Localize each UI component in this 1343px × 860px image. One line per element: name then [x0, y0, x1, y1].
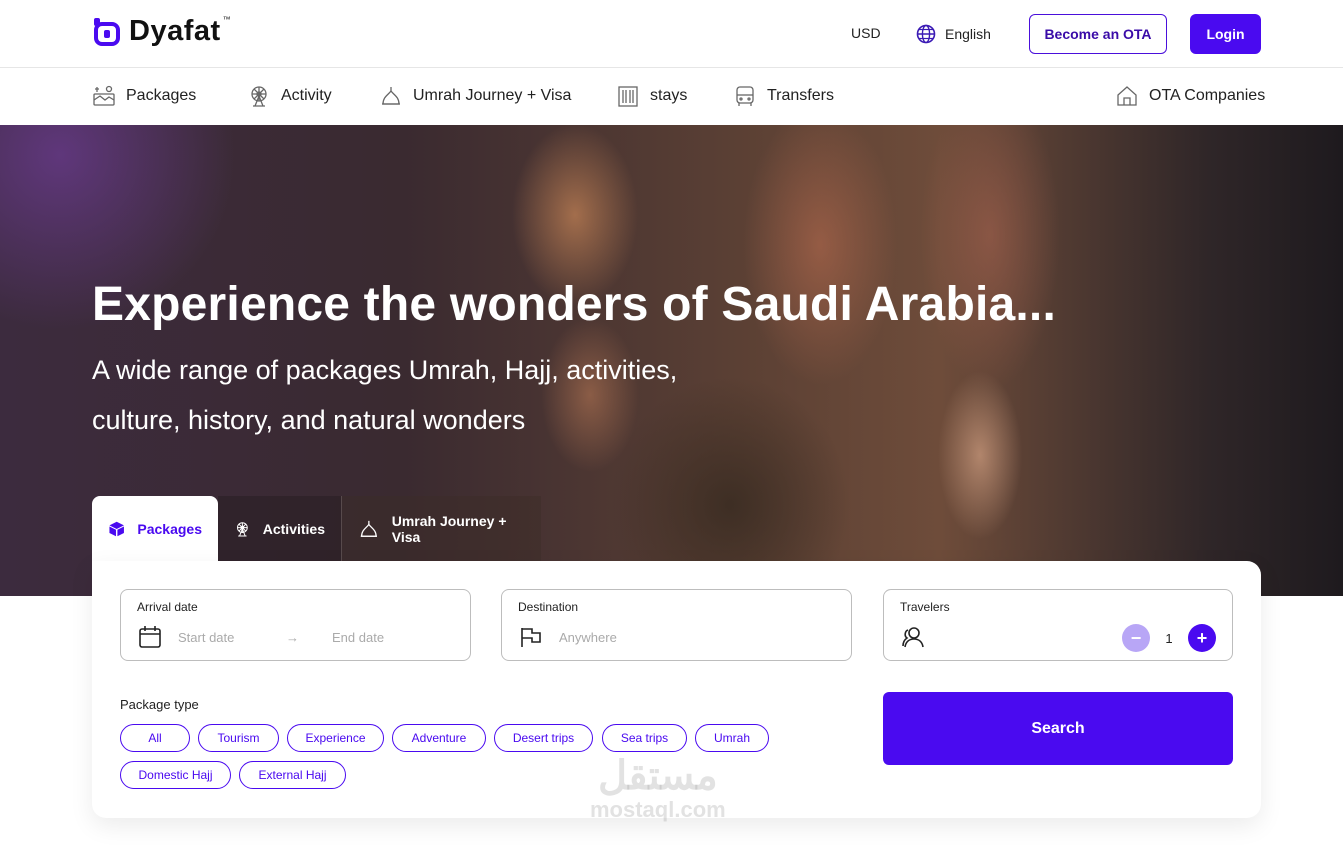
nav-item-umrah[interactable]: Umrah Journey + Visa [379, 84, 571, 108]
destination-input[interactable]: Anywhere [559, 630, 617, 645]
brand-trademark: ™ [222, 15, 231, 24]
tab-umrah[interactable]: Umrah Journey + Visa [341, 496, 541, 562]
nav-label: OTA Companies [1149, 87, 1266, 104]
box-icon [109, 521, 124, 537]
arrival-date-field[interactable]: Arrival date Start date → End date [120, 589, 471, 661]
decrease-travelers-button[interactable]: − [1122, 624, 1150, 652]
travelers-count: 1 [1165, 630, 1173, 646]
top-header: Dyafat ™ USD English Become an OTA Login [0, 0, 1343, 68]
tab-packages[interactable]: Packages [92, 496, 218, 562]
end-date-input[interactable]: End date [332, 630, 384, 645]
package-type-label: Package type [120, 697, 199, 712]
nav-item-packages[interactable]: Packages [92, 84, 196, 108]
ferris-wheel-icon [251, 86, 267, 107]
mosque-dome-icon [360, 520, 378, 537]
flag-icon [521, 628, 541, 647]
chip-all[interactable]: All [120, 724, 190, 752]
language-label: English [945, 26, 991, 42]
chip-sea-trips[interactable]: Sea trips [602, 724, 687, 752]
travelers-label: Travelers [900, 600, 950, 614]
tab-activities[interactable]: Activities [218, 496, 341, 562]
currency-selector[interactable]: USD [851, 25, 881, 41]
building-icon [618, 86, 638, 107]
tab-label: Umrah Journey + Visa [391, 513, 507, 545]
calendar-icon [139, 626, 161, 648]
packages-icon [93, 85, 115, 106]
nav-label: Packages [126, 87, 197, 104]
hero-subtitle-line1: A wide range of packages Umrah, Hajj, ac… [92, 355, 678, 385]
nav-item-stays[interactable]: stays [616, 84, 687, 108]
travelers-stepper: − 1 + [1122, 624, 1216, 652]
search-tabs: Packages Activities Umrah Journey + Visa [92, 496, 541, 562]
date-arrow: → [286, 629, 299, 645]
language-selector[interactable]: English [916, 24, 991, 44]
hero-subtitle: A wide range of packages Umrah, Hajj, ac… [92, 345, 792, 445]
login-button[interactable]: Login [1190, 14, 1261, 54]
start-date-input[interactable]: Start date [178, 630, 286, 645]
nav-label: stays [650, 87, 688, 104]
mosque-dome-icon [382, 87, 400, 105]
watermark-latin: mostaql.com [590, 797, 726, 822]
chip-tourism[interactable]: Tourism [198, 724, 279, 752]
destination-field[interactable]: Destination Anywhere [501, 589, 852, 661]
nav-item-activity[interactable]: Activity [247, 84, 332, 108]
destination-label: Destination [518, 600, 579, 614]
nav-label: Umrah Journey + Visa [413, 87, 572, 104]
hero-subtitle-line2: culture, history, and natural wonders [92, 405, 526, 435]
become-ota-button[interactable]: Become an OTA [1029, 14, 1167, 54]
tab-label: Packages [137, 521, 202, 537]
arrival-date-label: Arrival date [137, 600, 198, 614]
nav-label: Activity [281, 87, 332, 104]
chip-experience[interactable]: Experience [287, 724, 384, 752]
travelers-field[interactable]: Travelers − 1 + [883, 589, 1233, 661]
brand-name: Dyafat [129, 15, 221, 47]
nav-item-ota-companies[interactable]: OTA Companies [1115, 84, 1265, 108]
chip-desert-trips[interactable]: Desert trips [494, 724, 593, 752]
bus-icon [736, 86, 754, 106]
chip-external-hajj[interactable]: External Hajj [239, 761, 346, 789]
watermark-arabic: مستقل [597, 754, 718, 798]
brand-logo[interactable]: Dyafat ™ [93, 15, 235, 48]
users-icon [902, 627, 924, 648]
tab-label: Activities [262, 521, 325, 537]
dyafat-logo-icon [94, 17, 120, 46]
increase-travelers-button[interactable]: + [1188, 624, 1216, 652]
chip-adventure[interactable]: Adventure [392, 724, 486, 752]
travelers-row [900, 624, 926, 650]
nav-label: Transfers [767, 87, 834, 104]
watermark: مستقل mostaql.com [590, 755, 726, 823]
nav-item-transfers[interactable]: Transfers [733, 84, 834, 108]
destination-row: Anywhere [518, 624, 617, 650]
globe-icon [916, 24, 936, 44]
date-range: Start date → End date [137, 624, 384, 650]
ferris-wheel-icon [237, 522, 248, 537]
chip-domestic-hajj[interactable]: Domestic Hajj [120, 761, 231, 789]
house-icon [1117, 86, 1137, 106]
hero-title: Experience the wonders of Saudi Arabia..… [92, 278, 1057, 331]
search-button[interactable]: Search [883, 692, 1233, 765]
chip-umrah[interactable]: Umrah [695, 724, 769, 752]
main-nav: Packages Activity Umrah Journey + Visa s… [0, 69, 1343, 125]
